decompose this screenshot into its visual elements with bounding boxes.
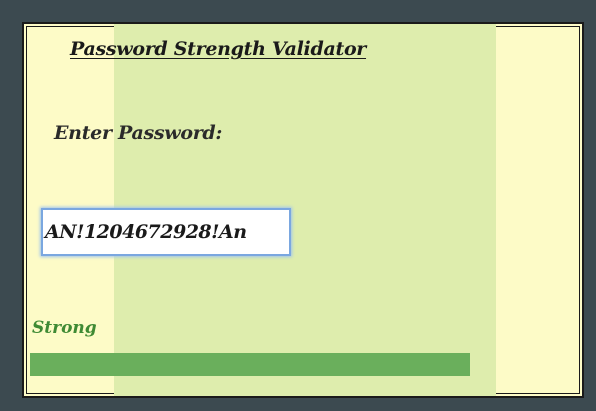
- strength-text: Strong: [32, 318, 97, 338]
- password-input[interactable]: AN!1204672928!An: [41, 208, 291, 256]
- app-frame: Password Strength Validator Enter Passwo…: [22, 22, 584, 398]
- strength-meter-bar: [30, 353, 470, 376]
- page-title: Password Strength Validator: [70, 38, 367, 60]
- password-label: Enter Password:: [54, 122, 223, 144]
